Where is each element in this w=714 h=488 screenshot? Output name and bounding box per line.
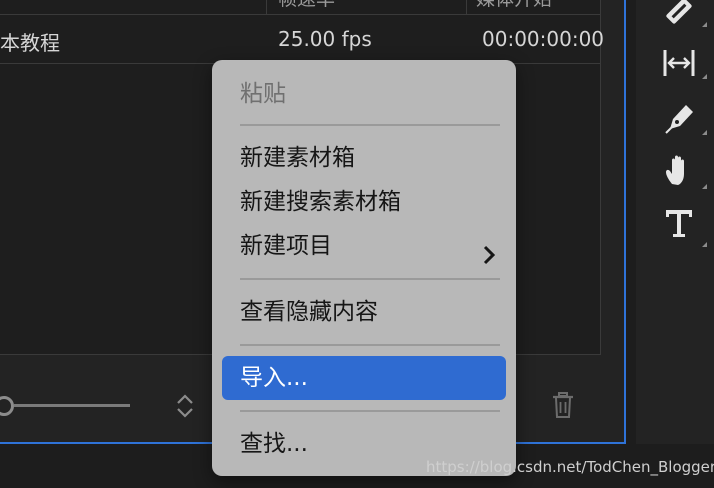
menu-item-import[interactable]: 导入... <box>222 356 506 400</box>
menu-item-label: 新建项目 <box>240 233 332 259</box>
menu-item-label: 新建搜索素材箱 <box>240 189 401 215</box>
pen-icon[interactable] <box>662 102 696 136</box>
menu-item-new-bin[interactable]: 新建素材箱 <box>222 136 506 180</box>
tool-flyout-indicator <box>702 22 707 27</box>
menu-divider <box>240 124 500 126</box>
hand-icon[interactable] <box>662 154 696 188</box>
row-media-start: 00:00:00:00 <box>482 27 605 51</box>
tool-flyout-indicator <box>702 242 707 247</box>
chevron-right-icon <box>482 236 496 265</box>
zoom-slider-track[interactable] <box>14 404 130 407</box>
menu-item-label: 查找... <box>240 431 308 457</box>
menu-item-label: 粘贴 <box>240 81 286 107</box>
menu-item-label: 新建素材箱 <box>240 145 355 171</box>
tool-flyout-indicator <box>702 130 707 135</box>
zoom-slider-handle[interactable] <box>0 396 14 416</box>
row-frame-rate: 25.00 fps <box>278 27 372 51</box>
menu-item-new-item[interactable]: 新建项目 <box>222 224 506 268</box>
tool-flyout-indicator <box>702 74 707 79</box>
row-name: 本教程 <box>0 31 60 55</box>
menu-divider <box>240 278 500 280</box>
column-header-media-start[interactable]: 媒体开始 <box>476 0 552 14</box>
menu-item-label: 导入... <box>240 365 308 391</box>
menu-divider <box>240 344 500 346</box>
slip-icon[interactable] <box>662 46 696 80</box>
sort-icon[interactable] <box>174 393 196 419</box>
menu-item-view-hidden[interactable]: 查看隐藏内容 <box>222 290 506 334</box>
column-divider[interactable] <box>466 0 467 14</box>
column-divider[interactable] <box>266 0 267 14</box>
tool-flyout-indicator <box>702 184 707 189</box>
watermark-text: https://blog.csdn.net/TodChen_Blogger <box>426 458 714 476</box>
trash-icon[interactable] <box>550 391 576 419</box>
context-menu: 粘贴 新建素材箱 新建搜索素材箱 新建项目 查看隐藏内容 导入... 查找... <box>212 60 516 476</box>
table-row[interactable]: 本教程 25.00 fps 00:00:00:00 <box>0 15 604 64</box>
menu-divider <box>240 410 500 412</box>
menu-item-label: 查看隐藏内容 <box>240 299 378 325</box>
premiere-workspace: 帧速率 媒体开始 本教程 25.00 fps 00:00:00:00 <box>0 0 714 488</box>
menu-item-paste: 粘贴 <box>222 72 506 116</box>
tools-panel <box>636 0 714 444</box>
razor-icon[interactable] <box>662 0 696 28</box>
menu-item-new-search-bin[interactable]: 新建搜索素材箱 <box>222 180 506 224</box>
column-header-frame-rate[interactable]: 帧速率 <box>278 0 335 14</box>
list-header: 帧速率 媒体开始 <box>0 0 600 15</box>
type-icon[interactable] <box>662 206 696 240</box>
